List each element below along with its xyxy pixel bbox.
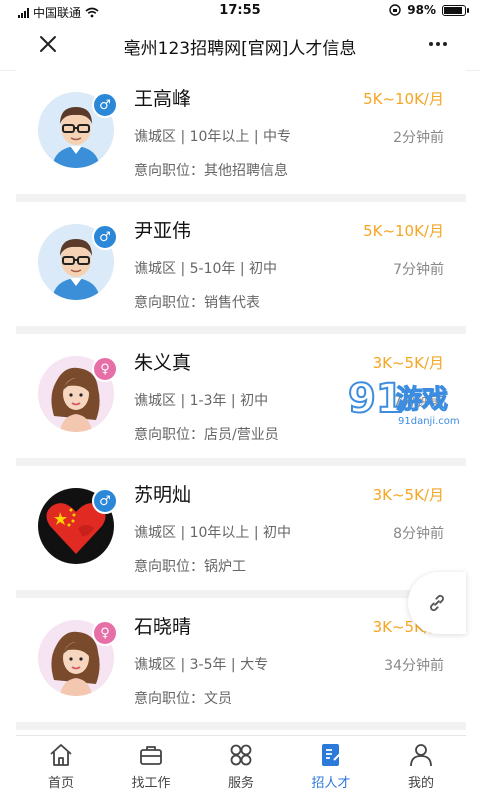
tab-bar: 首页 找工作 服务 招人才 我的	[16, 735, 466, 800]
candidate-name: 朱义真	[134, 352, 192, 374]
candidate-name: 苏明灿	[134, 484, 192, 506]
intended-position: 意向职位：其他招聘信息	[134, 163, 288, 179]
salary: 3K~5K/月	[372, 486, 444, 504]
tab-label: 服务	[227, 776, 254, 791]
male-icon: ♂	[92, 92, 118, 118]
tab-label: 我的	[407, 776, 434, 791]
home-icon	[50, 744, 72, 766]
candidate-meta: 谯城区 | 5-10年 | 初中	[134, 261, 278, 277]
orientation-lock-icon	[389, 4, 401, 16]
watermark-logo: 91 游戏 91danji.com	[347, 375, 460, 427]
avatar: ♀	[38, 356, 118, 432]
tab-briefcase[interactable]: 找工作	[106, 736, 196, 800]
salary: 5K~10K/月	[363, 90, 444, 108]
profile-icon	[410, 744, 432, 767]
male-icon: ♂	[92, 224, 118, 250]
tab-home[interactable]: 首页	[16, 736, 106, 800]
candidate-card[interactable]: ♀ 石晓晴 3K~5K/月 谯城区 | 3-5年 | 大专 34分钟前 意向职位：文员	[16, 598, 466, 730]
update-time: 8分钟前	[393, 526, 444, 542]
avatar: ♂	[38, 488, 118, 564]
status-right: 98%	[389, 3, 469, 17]
tab-label: 首页	[47, 776, 74, 791]
intended-position: 意向职位：销售代表	[134, 295, 260, 311]
candidate-name: 尹亚伟	[134, 220, 192, 242]
recruit-icon	[322, 744, 341, 766]
intended-position: 意向职位：店员/营业员	[134, 427, 279, 443]
close-icon[interactable]	[36, 32, 60, 56]
watermark-sub: 91danji.com	[398, 416, 460, 427]
candidate-meta: 谯城区 | 3-5年 | 大专	[134, 657, 269, 673]
candidate-card[interactable]: ♂ 尹亚伟 5K~10K/月谯城区 | 5-10年 | 初中 7分钟前意向职位：销售代…	[16, 202, 466, 334]
avatar: ♂	[38, 92, 118, 168]
update-time: 34分钟前	[384, 658, 444, 674]
candidate-name: 石晓晴	[134, 616, 192, 638]
battery-fill	[444, 6, 462, 14]
tab-services-grid[interactable]: 服务	[196, 736, 286, 800]
more-icon[interactable]	[426, 32, 450, 56]
tab-recruit[interactable]: 招人才	[286, 736, 376, 800]
candidate-name: 王高峰	[134, 88, 192, 110]
update-time: 2分钟前	[393, 130, 444, 146]
female-icon: ♀	[92, 356, 118, 382]
update-time: 7分钟前	[393, 262, 444, 278]
services-grid-icon	[230, 744, 252, 766]
battery-percent: 98%	[407, 3, 436, 17]
male-icon: ♂	[92, 488, 118, 514]
candidate-meta: 谯城区 | 10年以上 | 初中	[134, 525, 292, 541]
watermark-text: 游戏	[396, 385, 448, 415]
salary: 3K~5K/月	[372, 354, 444, 372]
tab-label: 招人才	[311, 776, 351, 791]
intended-position: 意向职位：锅炉工	[134, 559, 246, 575]
briefcase-icon	[140, 746, 162, 765]
intended-position: 意向职位：文员	[134, 691, 232, 707]
candidate-meta: 谯城区 | 1-3年 | 初中	[134, 393, 269, 409]
candidate-card[interactable]: ♂ 苏明灿 3K~5K/月谯城区 | 10年以上 | 初中 8分钟前意向职位：锅炉工	[16, 466, 466, 598]
avatar: ♀	[38, 620, 118, 696]
avatar: ♂	[38, 224, 118, 300]
tab-profile[interactable]: 我的	[376, 736, 466, 800]
link-icon	[430, 594, 444, 612]
female-icon: ♀	[92, 620, 118, 646]
status-bar: 中国联通 17:55 98%	[0, 0, 480, 22]
tab-label: 找工作	[131, 776, 171, 791]
page-title: 亳州123招聘网[官网]人才信息	[123, 39, 357, 59]
salary: 5K~10K/月	[363, 222, 444, 240]
nav-bar: 亳州123招聘网[官网]人才信息	[0, 22, 480, 71]
candidate-meta: 谯城区 | 10年以上 | 中专	[134, 129, 292, 145]
candidate-card[interactable]: ♂ 王高峰 5K~10K/月谯城区 | 10年以上 | 中专 2分钟前意向职位：其他招…	[16, 70, 466, 202]
share-link-button[interactable]	[408, 572, 466, 634]
battery-icon	[442, 4, 469, 16]
